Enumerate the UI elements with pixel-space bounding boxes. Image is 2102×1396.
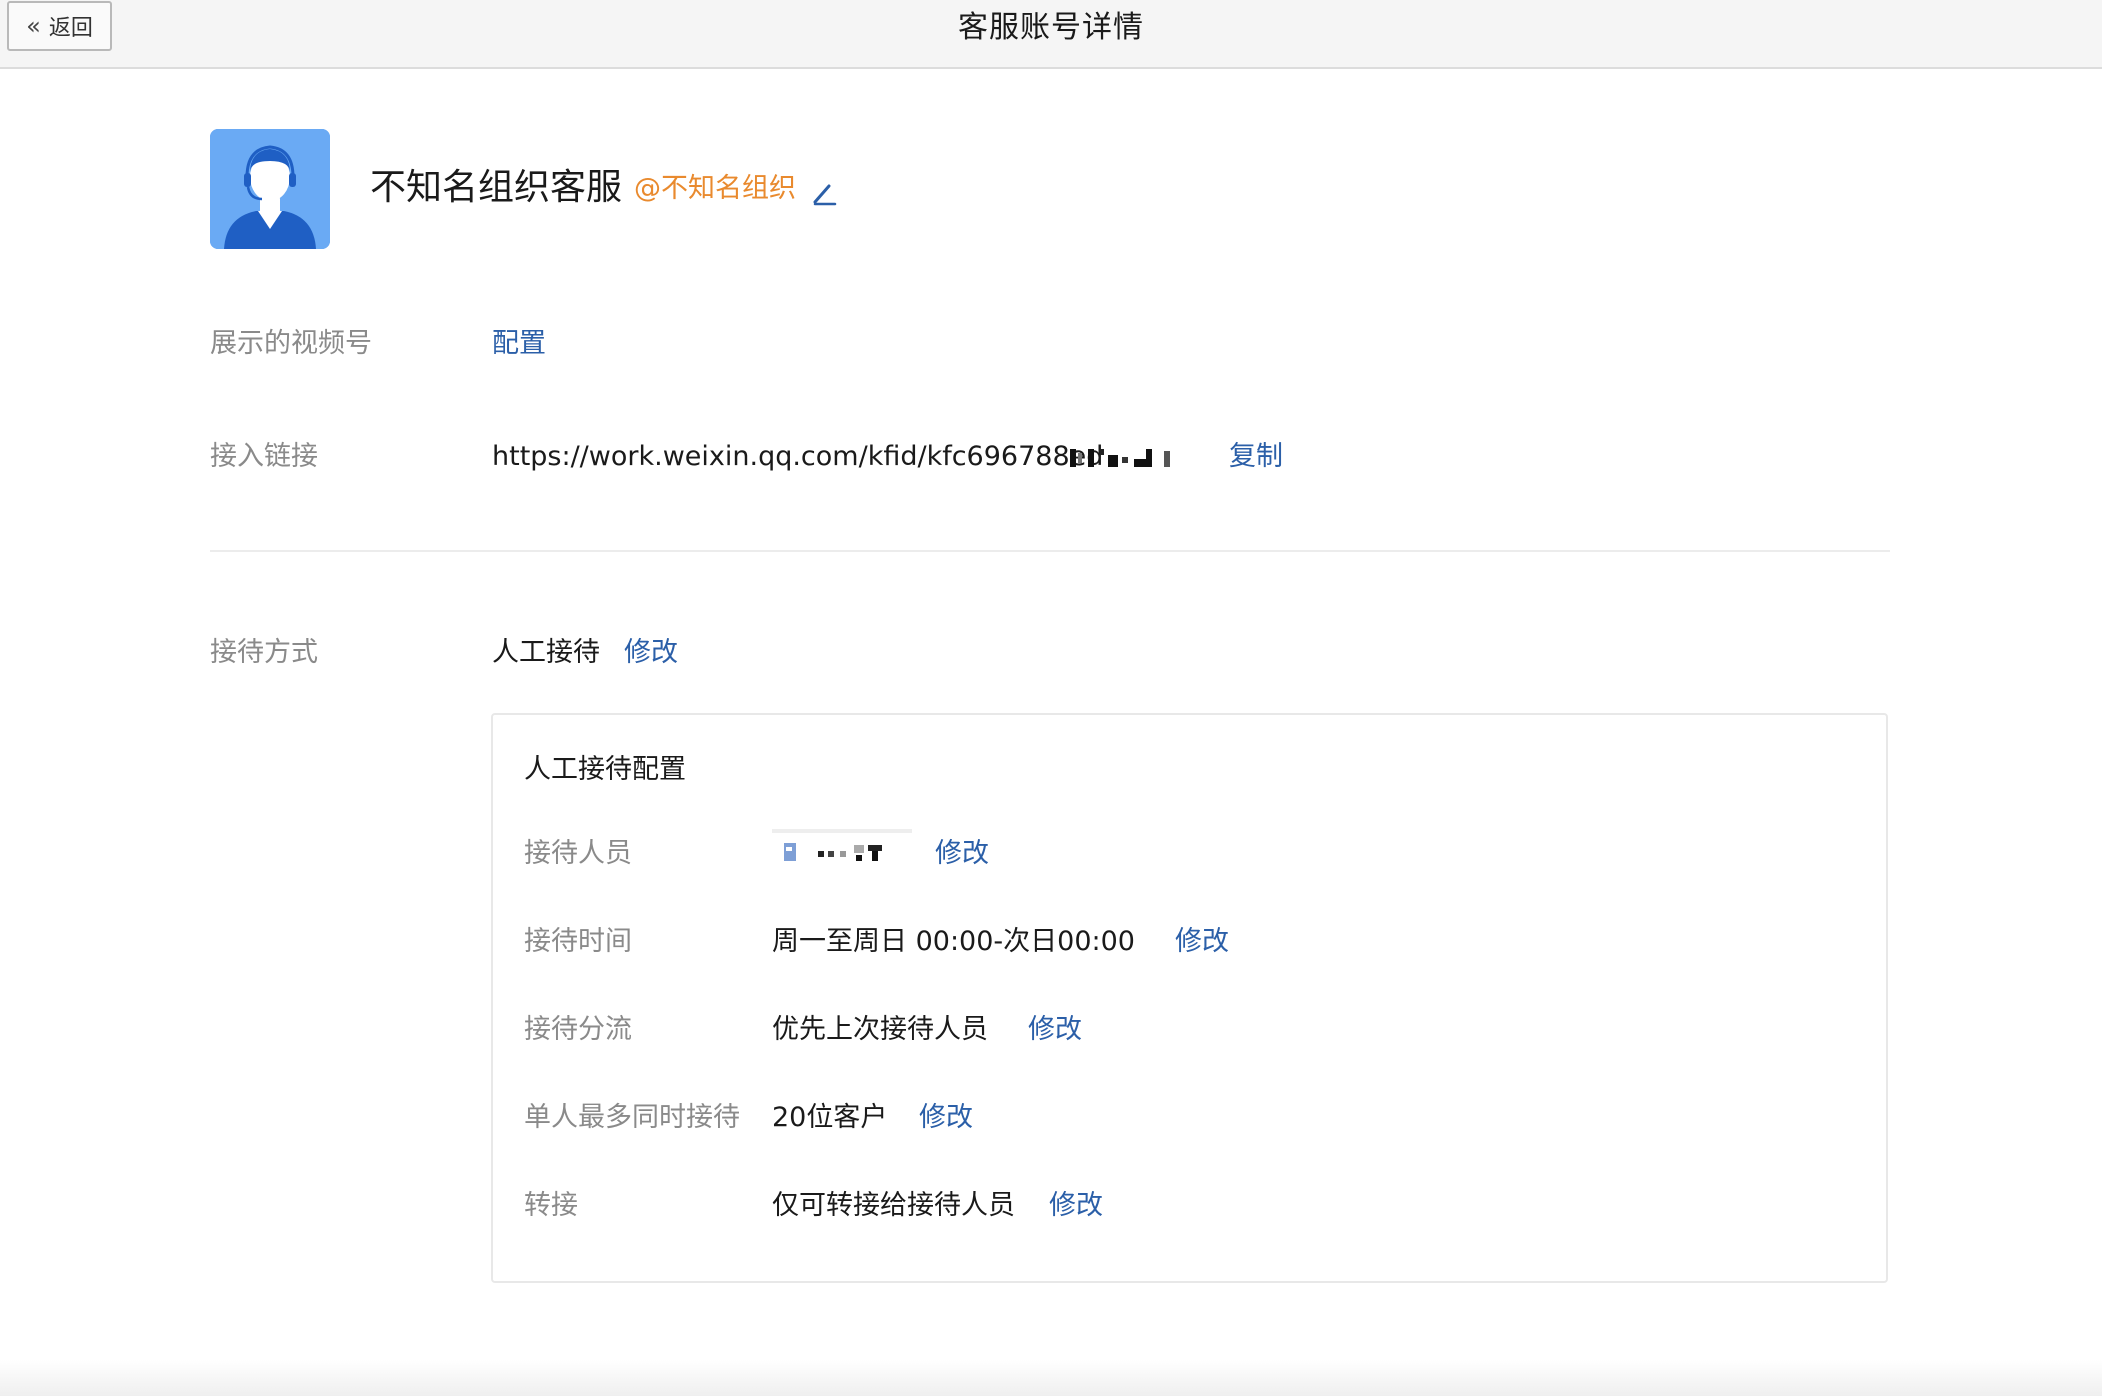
config-panel-title: 人工接待配置 — [524, 754, 686, 785]
avatar — [210, 129, 330, 249]
pencil-icon[interactable] — [812, 180, 838, 206]
back-button-label: 返回 — [48, 16, 93, 41]
config-row-value: 20位客户 — [772, 1102, 888, 1133]
access-link-label: 接入链接 — [210, 441, 318, 472]
redacted-url-mask — [1070, 449, 1170, 467]
edit-reception-mode-link[interactable]: 修改 — [624, 635, 678, 671]
video-account-label: 展示的视频号 — [210, 328, 372, 359]
bottom-shade — [0, 1360, 2102, 1396]
top-bar: 客服账号详情 « 返回 — [0, 0, 2102, 69]
edit-time-link[interactable]: 修改 — [1175, 924, 1229, 960]
back-button[interactable]: « 返回 — [7, 1, 112, 51]
page-title: 客服账号详情 — [958, 10, 1144, 45]
access-link-url: https://work.weixin.qq.com/kfid/kfc69678… — [492, 441, 1104, 472]
reception-mode-label: 接待方式 — [210, 637, 318, 668]
redacted-staff-avatars — [772, 829, 912, 861]
edit-transfer-link[interactable]: 修改 — [1049, 1188, 1103, 1224]
configure-video-link[interactable]: 配置 — [492, 326, 546, 362]
customer-service-agent-avatar — [210, 129, 330, 249]
edit-max-concurrent-link[interactable]: 修改 — [919, 1100, 973, 1136]
manual-reception-config-panel — [491, 713, 1888, 1283]
config-row-value: 优先上次接待人员 — [772, 1014, 988, 1045]
config-row-label: 接待分流 — [524, 1014, 632, 1045]
config-row-label: 接待人员 — [524, 838, 632, 869]
reception-mode-value: 人工接待 — [492, 637, 600, 668]
double-chevron-left-icon: « — [26, 12, 41, 40]
config-row-label: 接待时间 — [524, 926, 632, 957]
config-row-label: 转接 — [524, 1190, 578, 1221]
config-row-label: 单人最多同时接待 — [524, 1102, 740, 1133]
edit-routing-link[interactable]: 修改 — [1028, 1012, 1082, 1048]
copy-link-button[interactable]: 复制 — [1229, 439, 1283, 475]
config-row-value: 仅可转接给接待人员 — [772, 1190, 1015, 1221]
account-name: 不知名组织客服 — [370, 167, 623, 208]
config-row-value: 周一至周日 00:00-次日00:00 — [772, 926, 1135, 957]
account-org: @不知名组织 — [634, 173, 796, 204]
edit-staff-link[interactable]: 修改 — [935, 836, 989, 872]
section-divider — [210, 550, 1890, 552]
